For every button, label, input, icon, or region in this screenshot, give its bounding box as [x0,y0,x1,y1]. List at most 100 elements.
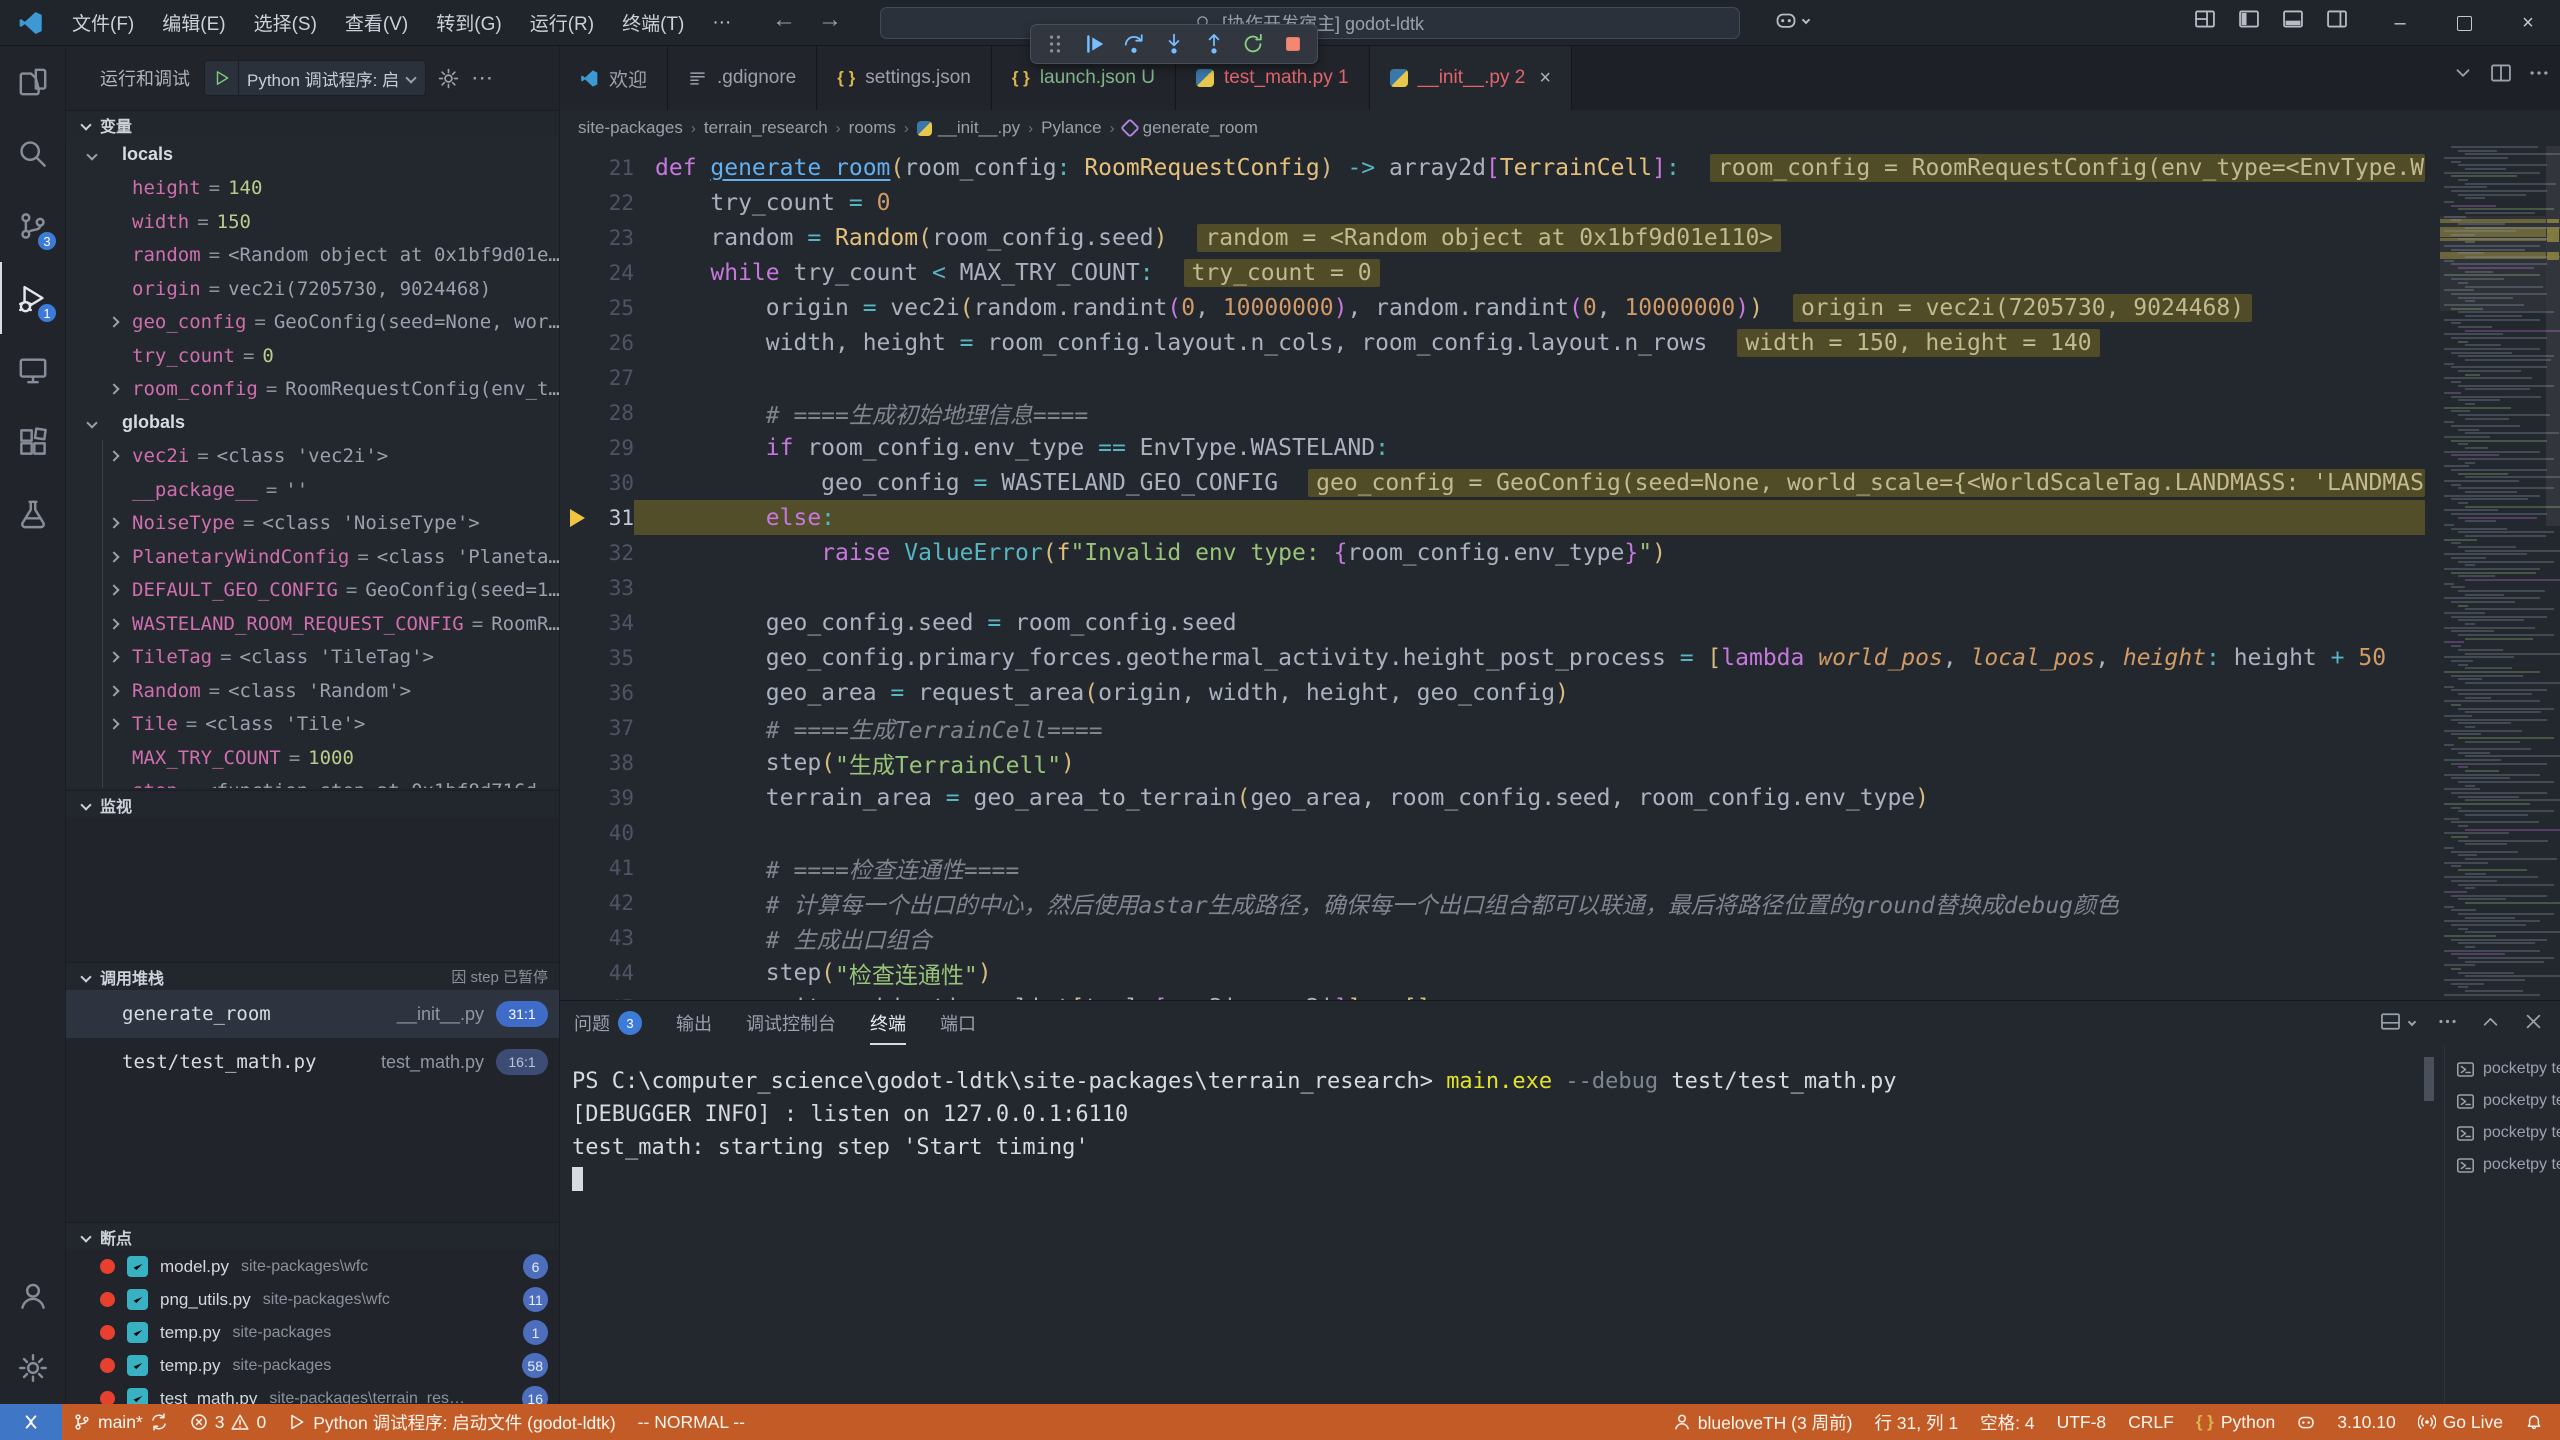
code-content[interactable]: origin = vec2i(random.randint(0, 1000000… [634,290,2425,325]
minimap[interactable] [2440,146,2546,1000]
status-language-mode[interactable]: { }Python [2185,1404,2286,1440]
breakpoint-row[interactable]: test_math.py site-packages\terrain_res… … [66,1382,560,1404]
line-number[interactable]: 44 [594,961,634,985]
terminal-instance[interactable]: pocketpy te… [2456,1053,2560,1085]
code-content[interactable]: geo_config.seed = room_config.seed [634,605,2425,640]
variable-row[interactable]: height = 140 [66,172,560,206]
line-number[interactable]: 25 [594,296,634,320]
minimap-viewport[interactable] [2440,216,2546,311]
toggle-panel-icon[interactable] [2282,8,2304,30]
variables-header[interactable]: 变量 [66,110,560,138]
activity-run-debug[interactable]: 1 [0,262,66,334]
breakpoint-row[interactable]: png_utils.py site-packages\wfc 11 [66,1283,560,1316]
status-blame[interactable]: blueloveTH (3 周前) [1662,1404,1864,1440]
chevron-down-button[interactable] [2452,62,2474,84]
variable-row[interactable]: DEFAULT_GEO_CONFIG = GeoConfig(seed=1… [66,574,560,608]
tab-欢迎[interactable]: 欢迎 [560,46,668,110]
status-python-version[interactable]: 3.10.10 [2326,1404,2406,1440]
variable-row[interactable]: vec2i = <class 'vec2i'> [66,440,560,474]
remote-indicator[interactable] [0,1404,62,1440]
start-debug-icon[interactable] [205,61,239,95]
maximize-button[interactable] [2432,0,2496,46]
panel-tab-输出[interactable]: 输出 [676,1001,712,1045]
line-number[interactable]: 30 [594,471,634,495]
line-number[interactable]: 40 [594,821,634,845]
customize-layout-icon[interactable] [2194,8,2216,30]
variable-row[interactable]: room_config = RoomRequestConfig(env_t… [66,373,560,407]
watch-empty-area[interactable] [66,818,560,960]
close-button[interactable] [2523,1011,2544,1032]
variable-row[interactable]: try_count = 0 [66,339,560,373]
panel-layout-button[interactable] [2380,1011,2401,1032]
ellipsis-button[interactable] [2437,1011,2458,1032]
status-go-live[interactable]: Go Live [2407,1404,2514,1440]
breakpoint-checkbox[interactable] [127,1289,148,1310]
code-content[interactable] [634,360,2425,395]
line-number[interactable]: 26 [594,331,634,355]
line-number[interactable]: 37 [594,716,634,740]
code-content[interactable]: try_count = 0 [634,185,2425,220]
variable-row[interactable]: MAX_TRY_COUNT = 1000 [66,741,560,775]
menu-转到(G)[interactable]: 转到(G) [424,5,513,40]
breadcrumb-item[interactable]: Pylance [1041,118,1101,138]
line-number[interactable]: 42 [594,891,634,915]
tab-settings.json[interactable]: { }settings.json [817,46,992,110]
back-icon[interactable]: ← [772,6,796,34]
forward-icon[interactable]: → [818,6,842,34]
code-content[interactable]: # ====生成TerrainCell==== [634,710,2425,745]
code-content[interactable]: step("生成TerrainCell") [634,745,2425,780]
activity-source-control[interactable]: 3 [0,190,66,262]
code-content[interactable] [634,815,2425,850]
code-content[interactable] [634,570,2425,605]
activity-testing[interactable] [0,478,66,550]
close-button[interactable]: × [2496,0,2560,46]
code-content[interactable]: # ====检查连通性==== [634,850,2425,885]
code-content[interactable]: width, height = room_config.layout.n_col… [634,325,2425,360]
breakpoint-checkbox[interactable] [127,1256,148,1277]
menu-···[interactable]: ··· [700,8,743,38]
panel-tab-调试控制台[interactable]: 调试控制台 [746,1001,836,1045]
line-number[interactable]: 23 [594,226,634,250]
line-number[interactable]: 24 [594,261,634,285]
breakpoint-row[interactable]: temp.py site-packages 1 [66,1316,560,1349]
code-content[interactable]: raise ValueError(f"Invalid env type: {ro… [634,535,2425,570]
copilot-menu-button[interactable] [1775,9,1809,31]
breadcrumb-item[interactable]: generate_room [1123,118,1258,138]
activity-remote-explorer[interactable] [0,334,66,406]
line-number[interactable]: 21 [594,156,634,180]
chevron-down-icon[interactable] [2408,1017,2416,1025]
variable-row[interactable]: geo_config = GeoConfig(seed=None, wor… [66,306,560,340]
variable-row[interactable]: width = 150 [66,205,560,239]
panel-tab-问题[interactable]: 问题3 [574,1001,642,1045]
status-vim-mode[interactable]: -- NORMAL -- [627,1404,756,1440]
code-content[interactable]: geo_config = WASTELAND_GEO_CONFIGgeo_con… [634,465,2425,500]
gear-icon[interactable] [438,68,459,89]
toggle-sidebar-icon[interactable] [2238,8,2260,30]
line-number[interactable]: 39 [594,786,634,810]
breakpoint-row[interactable]: temp.py site-packages 58 [66,1349,560,1382]
line-number[interactable]: 38 [594,751,634,775]
menu-选择(S)[interactable]: 选择(S) [242,5,329,40]
drag-handle-button[interactable] [1039,28,1072,60]
activity-extensions[interactable] [0,406,66,478]
line-number[interactable]: 31 [594,506,634,530]
line-number[interactable]: 32 [594,541,634,565]
close-icon[interactable]: × [1539,67,1551,90]
line-number[interactable]: 22 [594,191,634,215]
status-git-branch[interactable]: main* [62,1404,179,1440]
variable-row[interactable]: Tile = <class 'Tile'> [66,708,560,742]
line-number[interactable]: 27 [594,366,634,390]
step-out-button[interactable] [1197,28,1230,60]
code-content[interactable]: else: [634,500,2425,535]
status-cursor-position[interactable]: 行 31, 列 1 [1863,1404,1969,1440]
gutter-glyph-margin[interactable] [560,509,594,527]
code-content[interactable]: step("检查连通性") [634,955,2425,990]
code-editor[interactable]: 20 21 def generate_room(room_config: Roo… [560,146,2560,1000]
menu-运行(R)[interactable]: 运行(R) [518,5,606,40]
ellipsis-button[interactable] [2528,62,2550,84]
variable-row[interactable]: PlanetaryWindConfig = <class 'Planeta… [66,540,560,574]
activity-settings[interactable] [0,1332,66,1404]
code-content[interactable]: exit_combinations:list[tuple[vec2i, vec2… [634,990,2425,1000]
variable-row[interactable]: Random = <class 'Random'> [66,674,560,708]
breakpoint-row[interactable]: model.py site-packages\wfc 6 [66,1250,560,1283]
